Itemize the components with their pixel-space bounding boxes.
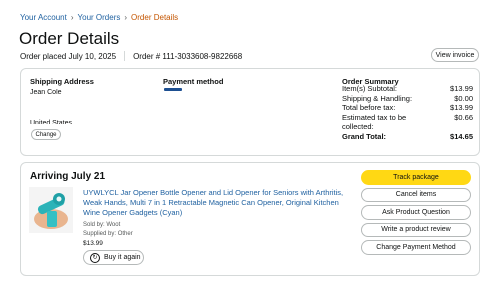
- product-title-link[interactable]: UYWLYCL Jar Opener Bottle Opener and Lid…: [83, 188, 353, 219]
- order-number: Order # 111-3033608-9822668: [133, 51, 243, 61]
- shipment-card: Arriving July 21 UYWLYCL Jar Opener Bott…: [20, 162, 480, 276]
- buy-again-button[interactable]: ↻ Buy it again: [83, 250, 144, 265]
- summary-value: $13.99: [450, 103, 473, 113]
- summary-value: $13.99: [450, 84, 473, 93]
- item-price: $13.99: [83, 240, 103, 247]
- summary-label: Estimated tax to be collected:: [342, 112, 407, 132]
- summary-label: Shipping & Handling:: [342, 93, 413, 103]
- order-meta: Order placed July 10, 2025 Order # 111-3…: [20, 51, 242, 61]
- ask-product-question-button[interactable]: Ask Product Question: [361, 205, 471, 220]
- order-placed-date: Order placed July 10, 2025: [20, 51, 117, 61]
- card-icon: [164, 88, 182, 91]
- summary-label: Item(s) Subtotal:: [342, 84, 398, 93]
- summary-row-subtotal: Item(s) Subtotal: $13.99: [342, 84, 473, 94]
- summary-row-shipping: Shipping & Handling: $0.00: [342, 94, 473, 104]
- view-invoice-button[interactable]: View invoice: [431, 48, 479, 62]
- buy-again-label: Buy it again: [104, 254, 141, 261]
- breadcrumb-your-orders[interactable]: Your Orders: [78, 13, 121, 22]
- meta-divider: [124, 51, 126, 61]
- order-actions: Track package Cancel items Ask Product Q…: [361, 170, 471, 255]
- change-payment-method-button[interactable]: Change Payment Method: [361, 240, 471, 255]
- summary-row-grand-total: Grand Total: $14.65: [342, 132, 473, 142]
- supplied-by: Supplied by: Other: [83, 231, 133, 237]
- order-info-card: Shipping Address Jean Cole United States…: [20, 68, 480, 156]
- summary-value: $0.66: [454, 112, 473, 122]
- breadcrumb-your-account[interactable]: Your Account: [20, 13, 67, 22]
- cancel-items-button[interactable]: Cancel items: [361, 187, 471, 202]
- track-package-button[interactable]: Track package: [361, 170, 471, 185]
- page-title: Order Details: [19, 29, 120, 48]
- summary-row-tax: Estimated tax to be collected: $0.66: [342, 113, 473, 132]
- summary-value: $0.00: [454, 93, 473, 103]
- shipping-address-heading: Shipping Address: [30, 77, 94, 86]
- shipping-country: United States: [30, 120, 73, 124]
- summary-row-before-tax: Total before tax: $13.99: [342, 103, 473, 113]
- summary-label: Grand Total:: [342, 131, 387, 141]
- arrival-date: Arriving July 21: [30, 171, 106, 182]
- address-redaction: [27, 95, 187, 119]
- summary-label: Total before tax:: [342, 103, 396, 113]
- breadcrumb-order-details: Order Details: [131, 13, 179, 22]
- order-summary-rows: Item(s) Subtotal: $13.99 Shipping & Hand…: [342, 84, 473, 142]
- breadcrumb-separator: ›: [124, 13, 128, 22]
- change-address-button[interactable]: Change: [31, 129, 61, 140]
- buy-again-icon: ↻: [90, 252, 100, 263]
- product-image[interactable]: [29, 187, 73, 233]
- write-review-button[interactable]: Write a product review: [361, 222, 471, 237]
- breadcrumb-separator: ›: [70, 13, 74, 22]
- breadcrumb: Your Account › Your Orders › Order Detai…: [20, 13, 178, 22]
- payment-method-heading: Payment method: [163, 77, 224, 86]
- sold-by: Sold by: Woot: [83, 222, 121, 228]
- summary-value: $14.65: [450, 131, 473, 141]
